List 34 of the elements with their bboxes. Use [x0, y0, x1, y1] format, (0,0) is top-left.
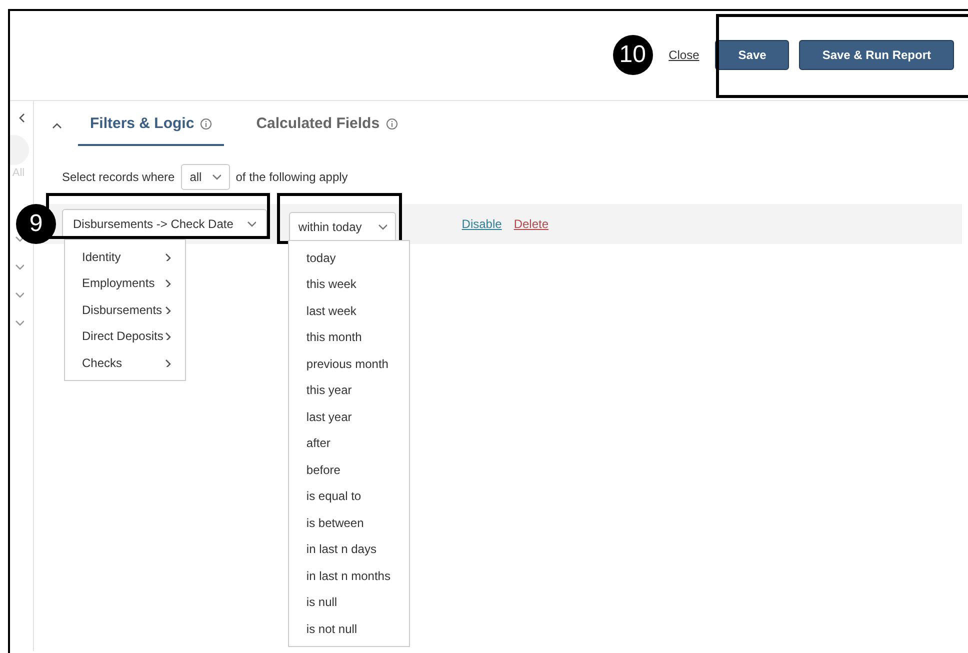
menu-item[interactable]: is not null	[289, 616, 410, 642]
menu-item[interactable]: is null	[289, 589, 410, 616]
delete-link[interactable]: Delete	[514, 214, 548, 232]
disable-link[interactable]: Disable	[462, 214, 502, 232]
menu-item[interactable]: today	[289, 244, 410, 271]
menu-item[interactable]: last year	[289, 404, 410, 430]
tab[interactable]: Filters & Logic	[78, 113, 224, 146]
menu-item[interactable]: Identity	[82, 244, 121, 270]
sentence-text: Select records where	[62, 168, 175, 186]
menu-item[interactable]: is equal to	[289, 483, 410, 510]
tab[interactable]: Calculated Fields	[252, 113, 402, 146]
menu-item[interactable]: in last n days	[289, 536, 410, 562]
save-button[interactable]: Save & Run Report	[799, 40, 954, 70]
menu-item[interactable]: last week	[289, 298, 410, 324]
menu-item[interactable]: before	[289, 456, 410, 483]
close-link[interactable]: Close	[668, 46, 700, 64]
menu-item[interactable]: Direct Deposits	[82, 323, 164, 350]
menu-item[interactable]: in last n months	[289, 562, 410, 589]
menu-item[interactable]: Disbursements	[82, 296, 162, 323]
field-select[interactable]: Disbursements -> Check Date	[62, 208, 268, 238]
menu-item[interactable]: after	[289, 430, 410, 456]
menu-item[interactable]: this month	[289, 324, 410, 350]
menu-item[interactable]: this year	[289, 377, 410, 404]
operator-select[interactable]: within today	[289, 212, 396, 242]
callout-number: 9	[16, 204, 56, 244]
menu-item[interactable]: this week	[289, 271, 410, 298]
callout-number: 10	[612, 34, 653, 74]
menu-item[interactable]: is between	[289, 510, 410, 536]
match-select[interactable]: all	[180, 164, 230, 190]
menu-item[interactable]: Checks	[82, 350, 122, 376]
save-button[interactable]: Save	[715, 40, 790, 70]
menu-item[interactable]: Employments	[82, 270, 155, 296]
menu-item[interactable]: previous month	[289, 350, 410, 377]
sentence-text: of the following apply	[236, 168, 348, 186]
